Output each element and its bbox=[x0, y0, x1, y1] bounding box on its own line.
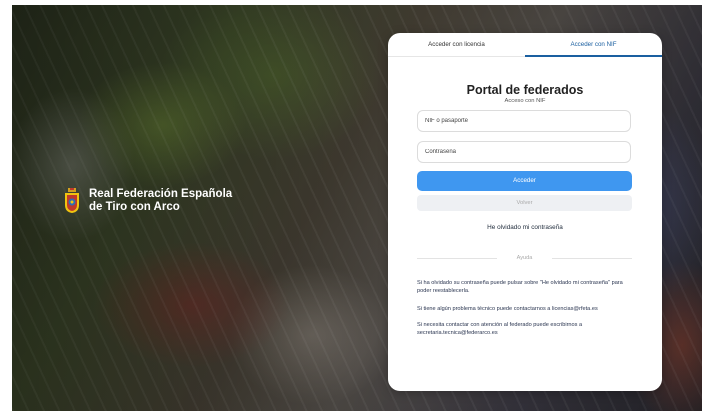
federation-name-line2: de Tiro con Arco bbox=[89, 201, 180, 213]
help-text-forgot: Si ha olvidado su contraseña puede pulsa… bbox=[417, 280, 623, 294]
federation-name-line1: Real Federación Española bbox=[89, 188, 233, 200]
help-divider: Ayuda bbox=[417, 253, 632, 263]
back-button[interactable]: Volver bbox=[417, 195, 632, 211]
login-tabs: Acceder con licencia Acceder con NIF bbox=[388, 33, 662, 57]
forgot-password-link[interactable]: He olvidado mi contraseña bbox=[388, 223, 662, 233]
page-title: Portal de federados bbox=[466, 83, 584, 97]
federation-name: Real Federación Española de Tiro con Arc… bbox=[89, 188, 239, 214]
login-card: Acceder con licencia Acceder con NIF Por… bbox=[388, 33, 662, 391]
tab-license-login[interactable]: Acceder con licencia bbox=[388, 33, 525, 57]
submit-button[interactable]: Acceder bbox=[417, 171, 632, 191]
page-subtitle: Acceso con NIF bbox=[504, 98, 546, 104]
help-text-contact: Si necesita contactar con atención al fe… bbox=[417, 322, 583, 336]
help-heading: Ayuda bbox=[516, 255, 533, 261]
password-input[interactable] bbox=[417, 141, 631, 163]
federation-crest-logo bbox=[65, 188, 79, 213]
help-text-technical: Si tiene algún problema técnico puede co… bbox=[417, 306, 598, 312]
brand: Real Federación Española de Tiro con Arc… bbox=[64, 188, 239, 214]
tab-nif-login[interactable]: Acceder con NIF bbox=[525, 33, 662, 57]
nif-input[interactable] bbox=[417, 110, 631, 132]
